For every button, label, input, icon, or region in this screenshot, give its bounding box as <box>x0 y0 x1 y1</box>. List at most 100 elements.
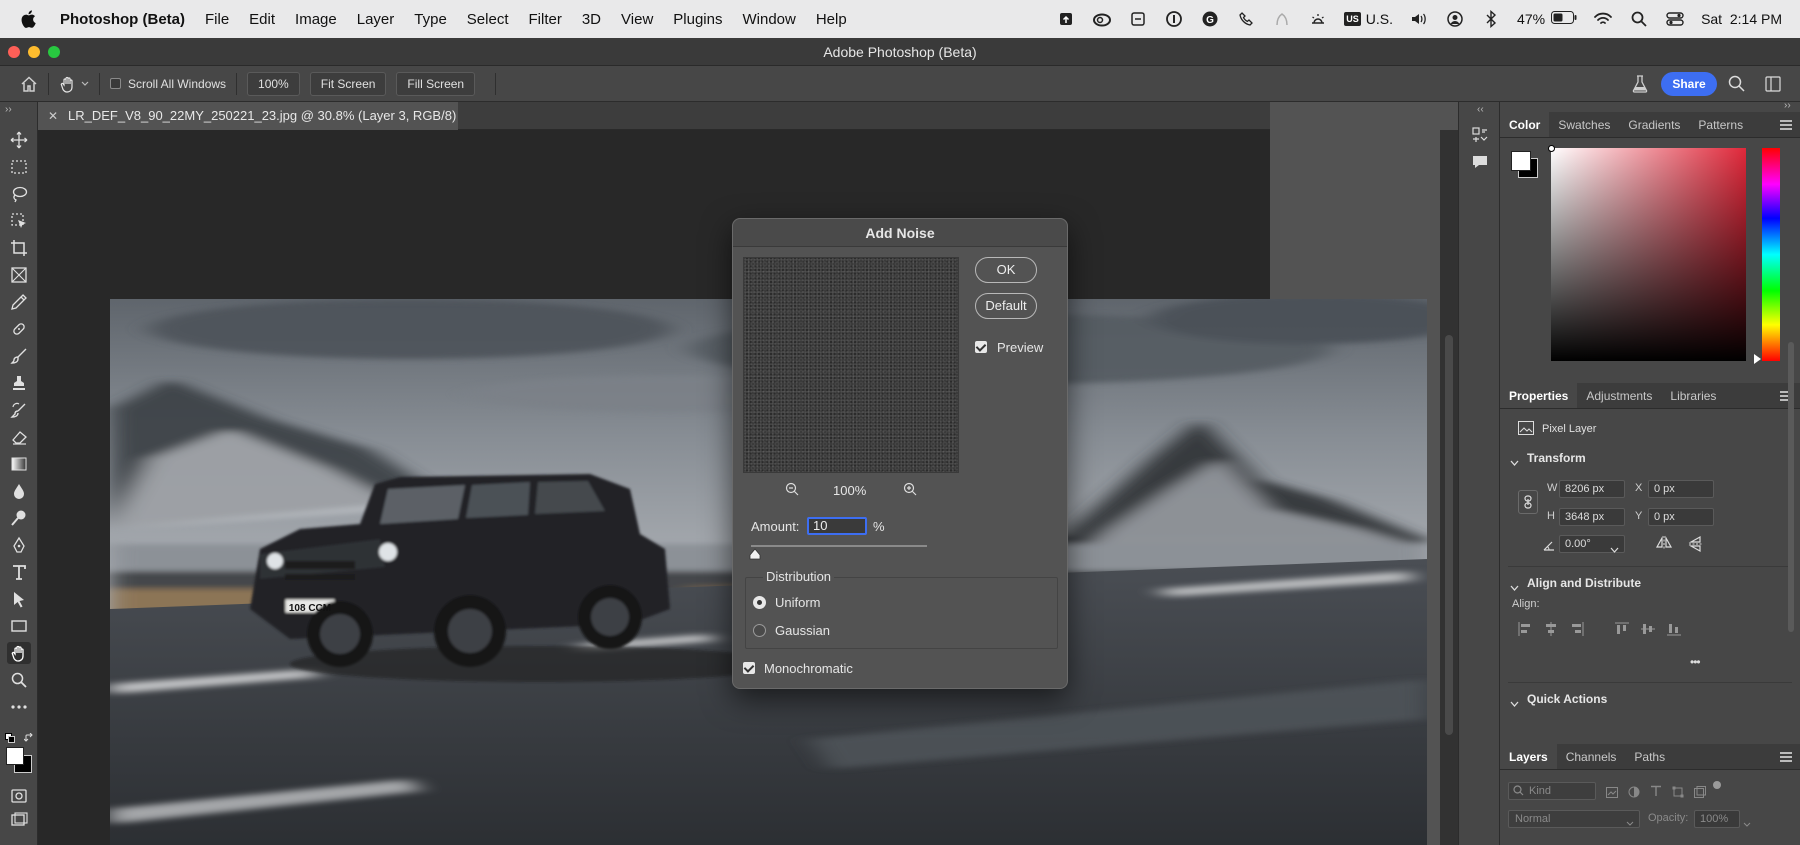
hand-tool-icon[interactable] <box>7 642 31 664</box>
align-vertical-centers-icon[interactable] <box>1641 622 1655 641</box>
sync-icon[interactable] <box>1128 9 1148 29</box>
history-brush-tool-icon[interactable] <box>7 399 31 421</box>
noise-preview[interactable] <box>743 257 959 473</box>
angle-dropdown-icon[interactable] <box>1610 541 1619 559</box>
ok-button[interactable]: OK <box>975 257 1037 283</box>
menu-type[interactable]: Type <box>414 11 447 28</box>
layer-kind-filter[interactable]: Kind <box>1508 782 1596 800</box>
menu-filter[interactable]: Filter <box>529 11 562 28</box>
screen-mode-icon[interactable] <box>7 809 31 831</box>
width-field[interactable]: 8206 px <box>1559 480 1625 498</box>
tab-layers[interactable]: Layers <box>1500 744 1557 769</box>
menubar-clock[interactable]: Sat 2:14 PM <box>1701 11 1782 27</box>
tab-adjustments[interactable]: Adjustments <box>1577 383 1661 408</box>
tab-swatches[interactable]: Swatches <box>1549 112 1619 137</box>
tab-channels[interactable]: Channels <box>1557 744 1626 769</box>
clone-stamp-tool-icon[interactable] <box>7 372 31 394</box>
grammarly-icon[interactable]: G <box>1200 9 1220 29</box>
tab-color[interactable]: Color <box>1500 112 1550 137</box>
crop-tool-icon[interactable] <box>7 237 31 259</box>
color-panel-menu-icon[interactable] <box>1780 120 1792 130</box>
color-picker-field[interactable] <box>1551 148 1746 361</box>
y-position-field[interactable]: 0 px <box>1648 508 1714 526</box>
zoom-window-button[interactable] <box>48 46 60 58</box>
minimize-window-button[interactable] <box>28 46 40 58</box>
lasso-tool-icon[interactable] <box>7 183 31 205</box>
menu-view[interactable]: View <box>621 11 653 28</box>
volume-icon[interactable] <box>1409 9 1429 29</box>
filter-shape-icon[interactable] <box>1672 785 1684 803</box>
eyedropper-tool-icon[interactable] <box>7 291 31 313</box>
control-center-icon[interactable] <box>1665 9 1685 29</box>
frame-tool-icon[interactable] <box>7 264 31 286</box>
tab-libraries[interactable]: Libraries <box>1661 383 1725 408</box>
menu-window[interactable]: Window <box>742 11 795 28</box>
move-tool-icon[interactable] <box>7 129 31 151</box>
menu-edit[interactable]: Edit <box>249 11 275 28</box>
flip-horizontal-icon[interactable] <box>1655 535 1673 556</box>
hue-slider-handle[interactable] <box>1754 354 1761 364</box>
spotlight-search-icon[interactable] <box>1629 9 1649 29</box>
align-horizontal-centers-icon[interactable] <box>1544 622 1558 641</box>
monochromatic-checkbox[interactable] <box>743 662 755 674</box>
swap-colors-icon[interactable] <box>23 730 34 742</box>
gaussian-radio[interactable] <box>753 624 766 637</box>
collapse-tools-icon[interactable]: ›› <box>5 104 12 115</box>
marquee-tool-icon[interactable] <box>7 156 31 178</box>
creative-cloud-icon[interactable] <box>1092 9 1112 29</box>
menu-app-name[interactable]: Photoshop (Beta) <box>60 11 185 28</box>
menu-layer[interactable]: Layer <box>357 11 395 28</box>
menu-plugins[interactable]: Plugins <box>673 11 722 28</box>
preview-zoom-out-icon[interactable] <box>785 482 799 501</box>
input-source[interactable]: US U.S. <box>1344 11 1393 27</box>
type-tool-icon[interactable] <box>7 561 31 583</box>
dodge-tool-icon[interactable] <box>7 507 31 529</box>
fill-screen-button[interactable]: Fill Screen <box>396 71 476 96</box>
blur-tool-icon[interactable] <box>7 480 31 502</box>
preview-zoom-in-icon[interactable] <box>903 482 917 501</box>
default-colors-icon[interactable] <box>5 730 15 743</box>
align-left-edges-icon[interactable] <box>1518 622 1532 641</box>
battery-status[interactable]: 47% <box>1517 11 1577 27</box>
menu-3d[interactable]: 3D <box>582 11 601 28</box>
one-password-icon[interactable] <box>1164 9 1184 29</box>
history-panel-icon[interactable] <box>1471 126 1489 149</box>
close-window-button[interactable] <box>8 46 20 58</box>
x-position-field[interactable]: 0 px <box>1648 480 1714 498</box>
hand-tool-preset-icon[interactable] <box>59 75 89 93</box>
document-tab[interactable]: ✕ LR_DEF_V8_90_22MY_250221_23.jpg @ 30.8… <box>38 102 458 151</box>
gradient-tool-icon[interactable] <box>7 453 31 475</box>
preview-checkbox[interactable] <box>975 341 987 353</box>
upload-icon[interactable] <box>1056 9 1076 29</box>
workspace-icon[interactable] <box>1765 76 1781 95</box>
menu-help[interactable]: Help <box>816 11 847 28</box>
healing-brush-tool-icon[interactable] <box>7 318 31 340</box>
layers-panel-menu-icon[interactable] <box>1780 752 1792 762</box>
comments-panel-icon[interactable] <box>1471 154 1489 175</box>
align-bottom-edges-icon[interactable] <box>1667 622 1681 641</box>
menu-select[interactable]: Select <box>467 11 509 28</box>
foreground-color-swatch[interactable] <box>6 747 24 765</box>
bluetooth-icon[interactable] <box>1481 9 1501 29</box>
align-right-edges-icon[interactable] <box>1570 622 1584 641</box>
filter-toggle-icon[interactable] <box>1713 781 1721 789</box>
brush-tool-icon[interactable] <box>7 345 31 367</box>
labs-flask-icon[interactable] <box>1632 75 1648 96</box>
panel-foreground-swatch[interactable] <box>1511 151 1531 171</box>
panels-scrollbar[interactable] <box>1788 342 1794 632</box>
filter-adjustment-icon[interactable] <box>1628 785 1640 803</box>
color-picker-handle[interactable] <box>1548 145 1555 152</box>
menu-file[interactable]: File <box>205 11 229 28</box>
zoom-tool-icon[interactable] <box>7 669 31 691</box>
transform-chevron-icon[interactable] <box>1510 454 1519 472</box>
uniform-radio[interactable] <box>753 596 766 609</box>
filter-type-icon[interactable] <box>1650 784 1662 802</box>
scrollbar-thumb[interactable] <box>1445 335 1453 735</box>
eraser-tool-icon[interactable] <box>7 426 31 448</box>
hue-slider[interactable] <box>1762 148 1780 361</box>
default-button[interactable]: Default <box>975 293 1037 319</box>
opacity-dropdown-icon[interactable] <box>1743 815 1751 833</box>
search-icon[interactable] <box>1728 75 1745 95</box>
amount-slider-track[interactable] <box>751 545 927 547</box>
opacity-field[interactable]: 100% <box>1694 810 1740 828</box>
